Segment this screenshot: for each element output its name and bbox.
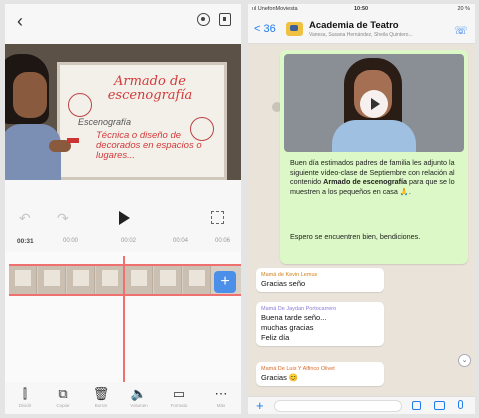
time-tick: 00:06 (215, 238, 231, 244)
marker (67, 138, 79, 143)
message-sender: Mamá De Luis Y Alfinco Olivet (261, 366, 335, 372)
video-message-bubble[interactable]: Buen día estimados padres de familia les… (280, 50, 468, 264)
chat-header: < 36 Academia de Teatro Vanesa, Susana H… (248, 16, 475, 44)
group-avatar[interactable] (286, 22, 303, 36)
message-sender: Mamá de Kevin Lemus (261, 272, 318, 278)
tool-volume[interactable]: 🔈 Volumen (127, 386, 151, 410)
tool-label: Más (216, 403, 226, 408)
video-editor-screen: ‹ Armado de escenografía Escenografía Té… (5, 4, 241, 414)
play-icon[interactable] (360, 90, 388, 118)
teacher-figure (5, 54, 61, 180)
flower-drawing (68, 93, 92, 117)
message-text: Buena tarde seño... muchas gracias Feliz… (261, 313, 327, 342)
chat-message[interactable]: Mamá De Luis Y Alfinco Olivet Gracias 😊 (256, 362, 384, 386)
camera-icon[interactable] (434, 401, 445, 410)
tool-label: Formato (170, 403, 188, 408)
plus-icon[interactable]: + (256, 398, 264, 413)
carrier: ııl UnefonMoviesta (252, 6, 298, 12)
tool-label: Dividir (18, 403, 32, 408)
video-caption-closing: Espero se encuentren bien, bendiciones. (290, 232, 421, 241)
add-call-icon[interactable]: ☏ (454, 24, 468, 37)
chat-message[interactable]: Mamá De Jaydan Portocarrero Buena tarde … (256, 302, 384, 346)
time-ruler: 00:31 00:00 00:02 00:04 00:06 (5, 236, 241, 248)
back-icon[interactable]: ‹ (17, 11, 23, 32)
video-preview[interactable]: Armado de escenografía Escenografía Técn… (5, 44, 241, 180)
back-button[interactable]: < 36 (254, 23, 276, 35)
playhead[interactable] (123, 256, 125, 382)
more-icon: ⋯ (214, 386, 228, 401)
tool-aspect[interactable]: ▭ Formato (167, 386, 191, 410)
editor-toolbar: ⫿ Dividir ⧉ Copiar 🗑 Borrar 🔈 Volumen ▭ … (5, 384, 241, 414)
split-icon: ⫿ (22, 386, 28, 401)
play-icon[interactable] (119, 211, 130, 225)
message-input[interactable] (274, 400, 402, 412)
current-time: 00:31 (17, 238, 34, 245)
scroll-down-button[interactable]: ⌄ (458, 354, 471, 367)
time-tick: 00:02 (121, 238, 137, 244)
trash-icon: 🗑 (92, 386, 110, 401)
message-text: Gracias seño (261, 279, 306, 288)
undo-icon[interactable]: ↶ (19, 210, 31, 227)
tool-label: Copiar (56, 403, 70, 408)
time-tick: 00:00 (63, 238, 79, 244)
timeline-area: + (5, 252, 241, 382)
tool-copy[interactable]: ⧉ Copiar (51, 386, 75, 410)
microphone-icon[interactable] (458, 400, 463, 409)
playback-controls: ↶ ↷ (5, 204, 241, 234)
aspect-ratio-icon: ▭ (172, 386, 186, 401)
tool-more[interactable]: ⋯ Más (209, 386, 233, 410)
flower-drawing (190, 117, 214, 141)
whiteboard-subtitle: Escenografía (78, 117, 132, 127)
whiteboard-title: Armado de escenografía (107, 74, 193, 103)
whatsapp-chat-screen: ııl UnefonMoviesta 10:50 20 % < 36 Acade… (248, 4, 475, 414)
video-caption: Buen día estimados padres de familia les… (290, 158, 455, 196)
status-bar: ııl UnefonMoviesta 10:50 20 % (248, 4, 475, 16)
tool-delete[interactable]: 🗑 Borrar (89, 386, 113, 410)
fullscreen-icon[interactable] (211, 211, 224, 224)
message-text: Gracias 😊 (261, 373, 299, 382)
group-name[interactable]: Academia de Teatro (309, 20, 399, 31)
sticker-icon[interactable] (412, 401, 421, 410)
time-tick: 00:04 (173, 238, 189, 244)
tool-split[interactable]: ⫿ Dividir (13, 386, 37, 410)
message-sender: Mamá De Jaydan Portocarrero (261, 306, 337, 312)
video-clip-track[interactable] (9, 264, 241, 296)
copy-icon: ⧉ (58, 386, 68, 401)
message-input-bar: + (248, 396, 475, 414)
video-thumbnail[interactable] (284, 54, 464, 152)
editor-header: ‹ (5, 4, 241, 38)
add-clip-button[interactable]: + (214, 271, 236, 293)
settings-icon[interactable] (197, 13, 210, 26)
volume-icon: 🔈 (130, 386, 148, 401)
chat-message[interactable]: Mamá de Kevin Lemus Gracias seño (256, 268, 384, 292)
tool-label: Borrar (94, 403, 108, 408)
clock: 10:50 (354, 6, 369, 12)
group-members: Vanesa, Susana Hernández, Sheila Quinter… (309, 32, 413, 38)
screenshot-collage: ‹ Armado de escenografía Escenografía Té… (0, 0, 479, 418)
export-icon[interactable] (219, 13, 231, 26)
whiteboard: Armado de escenografía Escenografía Técn… (57, 62, 227, 180)
battery: 20 % (457, 6, 470, 12)
tool-label: Volumen (130, 403, 148, 408)
redo-icon[interactable]: ↷ (57, 210, 69, 227)
